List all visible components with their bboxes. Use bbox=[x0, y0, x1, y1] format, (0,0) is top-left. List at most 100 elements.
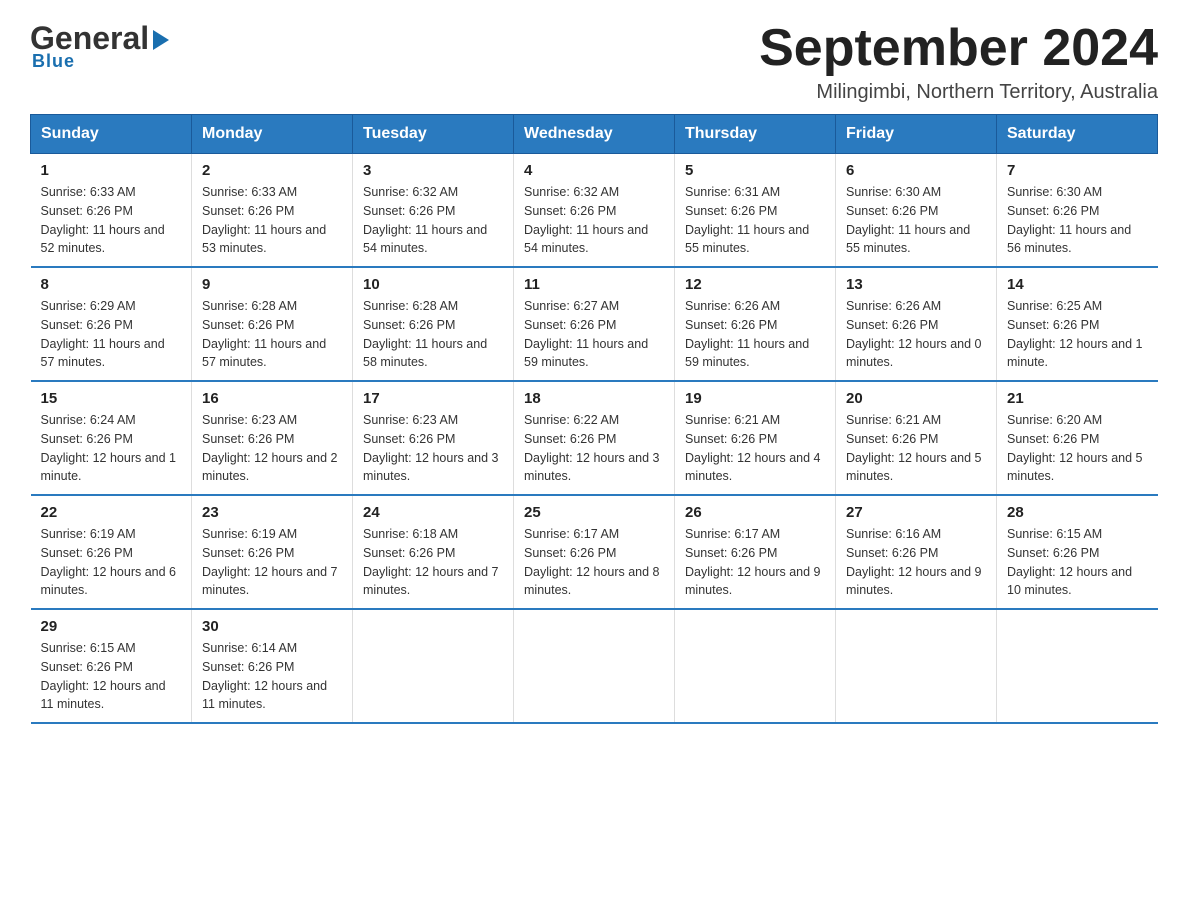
day-number: 28 bbox=[1007, 504, 1148, 521]
day-info: Sunrise: 6:25 AMSunset: 6:26 PMDaylight:… bbox=[1007, 297, 1148, 372]
day-info: Sunrise: 6:28 AMSunset: 6:26 PMDaylight:… bbox=[202, 297, 342, 372]
calendar-day-cell: 13 Sunrise: 6:26 AMSunset: 6:26 PMDayligh… bbox=[836, 267, 997, 381]
col-wednesday: Wednesday bbox=[514, 115, 675, 154]
calendar-day-cell: 2 Sunrise: 6:33 AMSunset: 6:26 PMDaylight… bbox=[192, 154, 353, 268]
day-info: Sunrise: 6:18 AMSunset: 6:26 PMDaylight:… bbox=[363, 525, 503, 600]
calendar-day-cell: 3 Sunrise: 6:32 AMSunset: 6:26 PMDaylight… bbox=[353, 154, 514, 268]
day-number: 6 bbox=[846, 162, 986, 179]
day-number: 1 bbox=[41, 162, 182, 179]
col-thursday: Thursday bbox=[675, 115, 836, 154]
day-number: 25 bbox=[524, 504, 664, 521]
calendar-week-row: 1 Sunrise: 6:33 AMSunset: 6:26 PMDaylight… bbox=[31, 154, 1158, 268]
col-monday: Monday bbox=[192, 115, 353, 154]
day-info: Sunrise: 6:26 AMSunset: 6:26 PMDaylight:… bbox=[846, 297, 986, 372]
day-info: Sunrise: 6:32 AMSunset: 6:26 PMDaylight:… bbox=[524, 183, 664, 258]
day-number: 18 bbox=[524, 390, 664, 407]
calendar-day-cell: 17 Sunrise: 6:23 AMSunset: 6:26 PMDayligh… bbox=[353, 381, 514, 495]
calendar-day-cell bbox=[997, 609, 1158, 723]
day-info: Sunrise: 6:20 AMSunset: 6:26 PMDaylight:… bbox=[1007, 411, 1148, 486]
day-number: 7 bbox=[1007, 162, 1148, 179]
calendar-week-row: 22Sunrise: 6:19 AMSunset: 6:26 PMDayligh… bbox=[31, 495, 1158, 609]
calendar-week-row: 29 Sunrise: 6:15 AMSunset: 6:26 PMDayligh… bbox=[31, 609, 1158, 723]
day-info: Sunrise: 6:17 AMSunset: 6:26 PMDaylight:… bbox=[685, 525, 825, 600]
day-info: Sunrise: 6:23 AMSunset: 6:26 PMDaylight:… bbox=[363, 411, 503, 486]
calendar-day-cell: 20 Sunrise: 6:21 AMSunset: 6:26 PMDayligh… bbox=[836, 381, 997, 495]
day-info: Sunrise: 6:19 AMSunset: 6:26 PMDaylight:… bbox=[41, 525, 182, 600]
calendar-day-cell: 27 Sunrise: 6:16 AMSunset: 6:26 PMDayligh… bbox=[836, 495, 997, 609]
calendar-day-cell: 6 Sunrise: 6:30 AMSunset: 6:26 PMDaylight… bbox=[836, 154, 997, 268]
day-info: Sunrise: 6:15 AMSunset: 6:26 PMDaylight:… bbox=[41, 639, 182, 714]
calendar-day-cell: 12 Sunrise: 6:26 AMSunset: 6:26 PMDayligh… bbox=[675, 267, 836, 381]
day-number: 20 bbox=[846, 390, 986, 407]
day-number: 24 bbox=[363, 504, 503, 521]
calendar-day-cell: 14Sunrise: 6:25 AMSunset: 6:26 PMDayligh… bbox=[997, 267, 1158, 381]
day-number: 10 bbox=[363, 276, 503, 293]
col-friday: Friday bbox=[836, 115, 997, 154]
day-info: Sunrise: 6:30 AMSunset: 6:26 PMDaylight:… bbox=[846, 183, 986, 258]
page-title: September 2024 bbox=[759, 20, 1158, 77]
logo: General Blue bbox=[30, 20, 169, 72]
day-number: 3 bbox=[363, 162, 503, 179]
day-info: Sunrise: 6:17 AMSunset: 6:26 PMDaylight:… bbox=[524, 525, 664, 600]
day-info: Sunrise: 6:30 AMSunset: 6:26 PMDaylight:… bbox=[1007, 183, 1148, 258]
day-number: 23 bbox=[202, 504, 342, 521]
calendar-day-cell bbox=[353, 609, 514, 723]
calendar-day-cell: 11Sunrise: 6:27 AMSunset: 6:26 PMDayligh… bbox=[514, 267, 675, 381]
calendar-day-cell: 21Sunrise: 6:20 AMSunset: 6:26 PMDayligh… bbox=[997, 381, 1158, 495]
day-info: Sunrise: 6:21 AMSunset: 6:26 PMDaylight:… bbox=[846, 411, 986, 486]
day-number: 13 bbox=[846, 276, 986, 293]
day-info: Sunrise: 6:14 AMSunset: 6:26 PMDaylight:… bbox=[202, 639, 342, 714]
calendar-day-cell bbox=[675, 609, 836, 723]
day-info: Sunrise: 6:19 AMSunset: 6:26 PMDaylight:… bbox=[202, 525, 342, 600]
calendar-day-cell: 1 Sunrise: 6:33 AMSunset: 6:26 PMDaylight… bbox=[31, 154, 192, 268]
calendar-day-cell: 16 Sunrise: 6:23 AMSunset: 6:26 PMDayligh… bbox=[192, 381, 353, 495]
day-info: Sunrise: 6:26 AMSunset: 6:26 PMDaylight:… bbox=[685, 297, 825, 372]
calendar-day-cell: 9 Sunrise: 6:28 AMSunset: 6:26 PMDaylight… bbox=[192, 267, 353, 381]
col-sunday: Sunday bbox=[31, 115, 192, 154]
day-info: Sunrise: 6:28 AMSunset: 6:26 PMDaylight:… bbox=[363, 297, 503, 372]
day-info: Sunrise: 6:21 AMSunset: 6:26 PMDaylight:… bbox=[685, 411, 825, 486]
calendar-day-cell: 4Sunrise: 6:32 AMSunset: 6:26 PMDaylight… bbox=[514, 154, 675, 268]
day-info: Sunrise: 6:31 AMSunset: 6:26 PMDaylight:… bbox=[685, 183, 825, 258]
day-info: Sunrise: 6:33 AMSunset: 6:26 PMDaylight:… bbox=[202, 183, 342, 258]
day-number: 5 bbox=[685, 162, 825, 179]
calendar-day-cell: 28 Sunrise: 6:15 AMSunset: 6:26 PMDayligh… bbox=[997, 495, 1158, 609]
day-info: Sunrise: 6:27 AMSunset: 6:26 PMDaylight:… bbox=[524, 297, 664, 372]
col-saturday: Saturday bbox=[997, 115, 1158, 154]
day-info: Sunrise: 6:29 AMSunset: 6:26 PMDaylight:… bbox=[41, 297, 182, 372]
calendar-day-cell: 23 Sunrise: 6:19 AMSunset: 6:26 PMDayligh… bbox=[192, 495, 353, 609]
calendar-day-cell: 8 Sunrise: 6:29 AMSunset: 6:26 PMDaylight… bbox=[31, 267, 192, 381]
calendar-day-cell: 24 Sunrise: 6:18 AMSunset: 6:26 PMDayligh… bbox=[353, 495, 514, 609]
day-number: 15 bbox=[41, 390, 182, 407]
day-number: 12 bbox=[685, 276, 825, 293]
day-number: 27 bbox=[846, 504, 986, 521]
day-info: Sunrise: 6:32 AMSunset: 6:26 PMDaylight:… bbox=[363, 183, 503, 258]
day-number: 16 bbox=[202, 390, 342, 407]
day-number: 29 bbox=[41, 618, 182, 635]
calendar-day-cell: 5 Sunrise: 6:31 AMSunset: 6:26 PMDaylight… bbox=[675, 154, 836, 268]
location-subtitle: Milingimbi, Northern Territory, Australi… bbox=[759, 81, 1158, 104]
logo-blue-text: Blue bbox=[30, 51, 75, 72]
calendar-day-cell: 29 Sunrise: 6:15 AMSunset: 6:26 PMDayligh… bbox=[31, 609, 192, 723]
logo-arrow-icon bbox=[153, 30, 169, 50]
day-number: 8 bbox=[41, 276, 182, 293]
day-info: Sunrise: 6:23 AMSunset: 6:26 PMDaylight:… bbox=[202, 411, 342, 486]
day-number: 30 bbox=[202, 618, 342, 635]
day-info: Sunrise: 6:15 AMSunset: 6:26 PMDaylight:… bbox=[1007, 525, 1148, 600]
calendar-day-cell: 15 Sunrise: 6:24 AMSunset: 6:26 PMDayligh… bbox=[31, 381, 192, 495]
calendar-day-cell: 26Sunrise: 6:17 AMSunset: 6:26 PMDayligh… bbox=[675, 495, 836, 609]
day-number: 19 bbox=[685, 390, 825, 407]
title-area: September 2024 Milingimbi, Northern Terr… bbox=[759, 20, 1158, 104]
day-info: Sunrise: 6:16 AMSunset: 6:26 PMDaylight:… bbox=[846, 525, 986, 600]
calendar-day-cell: 18 Sunrise: 6:22 AMSunset: 6:26 PMDayligh… bbox=[514, 381, 675, 495]
day-number: 17 bbox=[363, 390, 503, 407]
calendar-day-cell: 30 Sunrise: 6:14 AMSunset: 6:26 PMDayligh… bbox=[192, 609, 353, 723]
day-info: Sunrise: 6:33 AMSunset: 6:26 PMDaylight:… bbox=[41, 183, 182, 258]
day-info: Sunrise: 6:22 AMSunset: 6:26 PMDaylight:… bbox=[524, 411, 664, 486]
calendar-day-cell: 7 Sunrise: 6:30 AMSunset: 6:26 PMDaylight… bbox=[997, 154, 1158, 268]
day-info: Sunrise: 6:24 AMSunset: 6:26 PMDaylight:… bbox=[41, 411, 182, 486]
calendar-header-row: Sunday Monday Tuesday Wednesday Thursday… bbox=[31, 115, 1158, 154]
day-number: 9 bbox=[202, 276, 342, 293]
day-number: 2 bbox=[202, 162, 342, 179]
calendar-table: Sunday Monday Tuesday Wednesday Thursday… bbox=[30, 114, 1158, 724]
